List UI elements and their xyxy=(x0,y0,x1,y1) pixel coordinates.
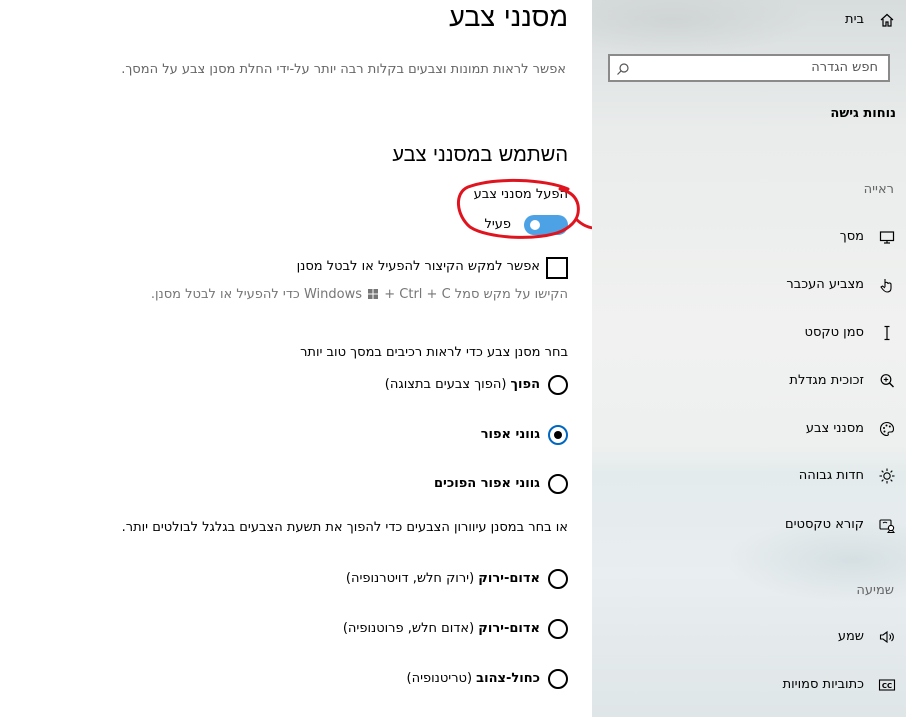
choose-filter-label: בחר מסנן צבע כדי לראות רכיבים במסך טוב י… xyxy=(300,345,568,360)
main-panel: מסנני צבע אפשר לראות תמונות וצבעים בקלות… xyxy=(0,0,592,717)
shortcut-checkbox-label[interactable]: אפשר למקש הקיצור להפעיל או לבטל מסנן xyxy=(297,259,540,274)
home-icon xyxy=(878,11,896,29)
palette-icon xyxy=(878,420,896,438)
sidebar-item-mouse-pointer[interactable]: מצביע העכבר xyxy=(592,275,906,297)
radio-protanopia-label[interactable]: אדום-ירוק (אדום חלש, פרוטנופיה) xyxy=(343,621,540,636)
colorblind-filter-label: או בחר במסנן עיוורון הצבעים כדי להפוך את… xyxy=(121,520,568,535)
sidebar-item-color-filters[interactable]: מסנני צבע xyxy=(592,419,906,441)
radio-grayscale-label[interactable]: גווני אפור xyxy=(481,427,540,442)
section-heading: השתמש במסנני צבע xyxy=(392,142,568,166)
radio-grayscale[interactable] xyxy=(548,425,568,445)
search-icon[interactable] xyxy=(616,61,630,75)
speaker-icon xyxy=(878,628,896,646)
category-heading: נוחות גישה xyxy=(830,106,896,121)
windows-logo-icon xyxy=(368,288,379,299)
sidebar-item-narrator[interactable]: קורא טקסטים xyxy=(592,515,906,537)
group-vision-label: ראייה xyxy=(863,182,894,197)
red-annotation-circle xyxy=(457,178,602,239)
narrator-icon xyxy=(878,516,896,534)
shortcut-hint: הקישו על מקש סמל Windows + Ctrl + C כדי … xyxy=(150,287,568,302)
cc-icon: CC xyxy=(878,676,896,694)
magnifier-icon xyxy=(878,372,896,390)
radio-grayscale-inverted-label[interactable]: גווני אפור הפוכים xyxy=(434,476,540,491)
search-input[interactable] xyxy=(636,59,880,76)
sidebar-item-audio[interactable]: שמע xyxy=(592,627,906,649)
page-description: אפשר לראות תמונות וצבעים בקלות רבה יותר … xyxy=(121,62,566,77)
radio-tritanopia-label[interactable]: כחול-צהוב (טריטנופיה) xyxy=(407,671,540,686)
sun-icon xyxy=(878,467,896,485)
shortcut-checkbox[interactable] xyxy=(546,257,568,279)
sidebar-item-text-cursor[interactable]: סמן טקסט xyxy=(592,323,906,345)
text-cursor-icon xyxy=(878,324,896,342)
group-hearing-label: שמיעה xyxy=(856,583,894,598)
radio-protanopia[interactable] xyxy=(548,619,568,639)
sidebar-item-display[interactable]: מסך xyxy=(592,227,906,249)
radio-invert-label[interactable]: הפוך (הפוך צבעים בתצוגה) xyxy=(385,377,540,392)
search-box[interactable] xyxy=(608,54,890,82)
sidebar-item-high-contrast[interactable]: חדות גבוהה xyxy=(592,466,906,488)
page-title: מסנני צבע xyxy=(449,2,568,33)
mouse-pointer-icon xyxy=(878,276,896,294)
radio-tritanopia[interactable] xyxy=(548,669,568,689)
monitor-icon xyxy=(878,228,896,246)
sidebar-item-magnifier[interactable]: זכוכית מגדלת xyxy=(592,371,906,393)
sidebar: בית נוחות גישה ראייה מסך מצביע העכבר סמן… xyxy=(592,0,906,717)
sidebar-item-closed-captions[interactable]: CC כתוביות סמויות xyxy=(592,675,906,697)
svg-text:CC: CC xyxy=(882,682,892,690)
radio-deuteranopia-label[interactable]: אדום-ירוק (ירוק חלש, דויטרנופיה) xyxy=(346,571,540,586)
sidebar-home[interactable]: בית xyxy=(592,10,906,32)
radio-deuteranopia[interactable] xyxy=(548,569,568,589)
radio-grayscale-inverted[interactable] xyxy=(548,474,568,494)
radio-invert[interactable] xyxy=(548,375,568,395)
